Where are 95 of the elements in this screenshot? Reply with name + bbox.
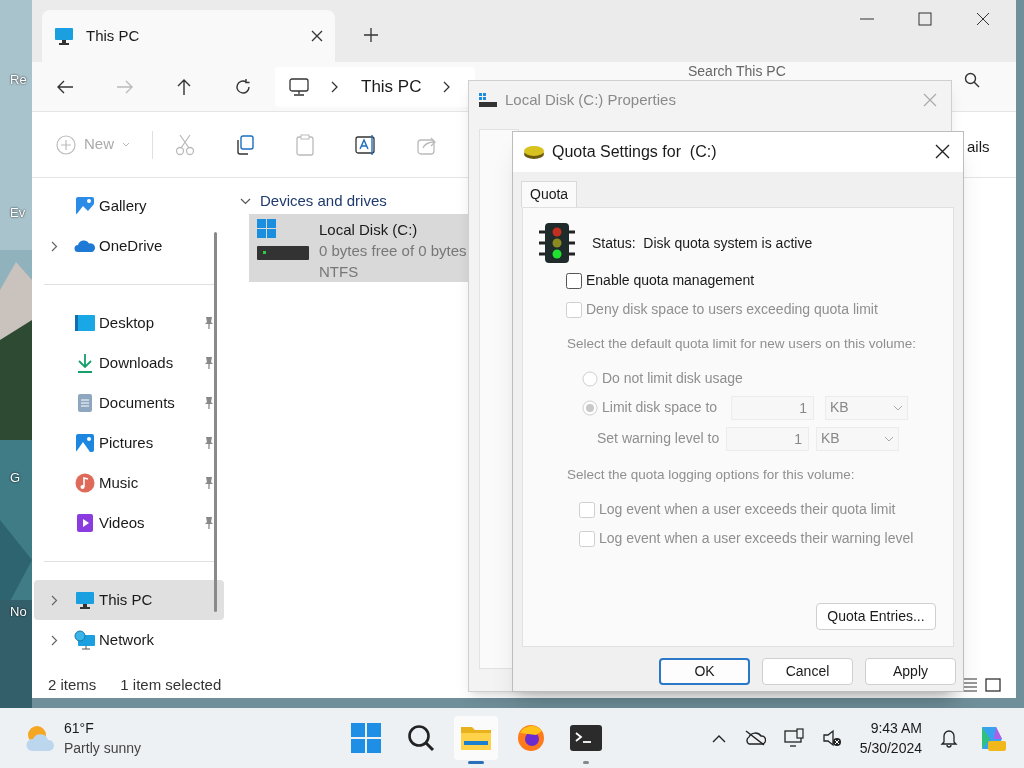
dropdown-value: KB: [821, 429, 840, 448]
tab-title: This PC: [86, 25, 141, 46]
sidebar-item[interactable]: Music: [34, 463, 224, 503]
document-icon: [77, 393, 93, 413]
list-view-icon[interactable]: [962, 678, 978, 692]
breadcrumb[interactable]: This PC: [361, 73, 422, 100]
sidebar-item[interactable]: Network: [34, 620, 224, 660]
selection-count: 1 item selected: [120, 674, 222, 695]
clock[interactable]: 9:43 AM 5/30/2024: [859, 718, 922, 758]
sidebar-item[interactable]: This PC: [34, 580, 224, 620]
checkbox-label: Log event when a user exceeds their warning level: [599, 529, 914, 548]
caret-icon: [884, 435, 894, 442]
rename-icon[interactable]: [355, 133, 377, 156]
sidebar-item[interactable]: Downloads: [34, 343, 224, 383]
sidebar-item[interactable]: Gallery: [34, 186, 224, 226]
sidebar-item[interactable]: OneDrive: [34, 226, 224, 266]
quota-entries-button[interactable]: Quota Entries...: [816, 603, 936, 630]
plus-icon: [56, 134, 76, 155]
globe-icon: [516, 723, 546, 753]
dropdown-value: KB: [830, 398, 849, 417]
drive-space: 0 bytes free of 0 bytes: [319, 241, 467, 261]
sidebar-item[interactable]: Videos: [34, 503, 224, 543]
desktop-icon-label[interactable]: G: [10, 468, 21, 488]
chevron-icon[interactable]: [240, 197, 251, 205]
speaker-icon[interactable]: [821, 729, 842, 747]
search-icon: [407, 724, 435, 752]
search-field[interactable]: Search This PC: [640, 64, 1000, 80]
disk-icon: [523, 144, 545, 160]
address-bar[interactable]: This PC: [275, 66, 475, 107]
dialog-button[interactable]: OK: [659, 658, 750, 685]
terminal-icon: [570, 725, 602, 751]
item-count: 2 items: [48, 674, 97, 695]
checkbox-label: Deny disk space to users exceeding quota limit: [586, 300, 878, 319]
refresh-icon[interactable]: [234, 77, 252, 96]
scrollbar[interactable]: [214, 232, 217, 612]
up-icon[interactable]: [176, 77, 192, 96]
picture-icon: [75, 433, 95, 453]
close-icon[interactable]: [311, 30, 323, 42]
drive-icon: [255, 219, 309, 263]
radio-label: Limit disk space to: [602, 398, 719, 417]
dialog-button[interactable]: Cancel: [762, 658, 853, 685]
sidebar-item[interactable]: Desktop: [34, 303, 224, 343]
desktop-icon: [75, 315, 95, 331]
temperature: 61°F: [64, 719, 95, 738]
traffic-light-icon: [539, 222, 575, 264]
dialog-button[interactable]: Apply: [865, 658, 956, 685]
maximize-icon[interactable]: [918, 12, 932, 26]
monitor-icon: [75, 591, 95, 609]
sidebar-item[interactable]: Documents: [34, 383, 224, 423]
section-label: Select the default quota limit for new users on this volume:: [567, 334, 916, 353]
close-icon[interactable]: [976, 12, 990, 26]
checkbox-label: Enable quota management: [586, 271, 755, 290]
back-icon[interactable]: [56, 78, 74, 95]
download-icon: [76, 353, 94, 373]
drive-name: Local Disk (C:): [319, 220, 419, 240]
bell-icon[interactable]: [940, 728, 958, 748]
search-placeholder: Search This PC: [688, 64, 786, 78]
start-icon: [351, 723, 381, 753]
close-icon[interactable]: [935, 144, 950, 159]
section-header[interactable]: Devices and drives: [260, 189, 387, 213]
cloud-icon: [74, 239, 96, 253]
folder-icon: [460, 724, 492, 752]
desktop-icon-label[interactable]: No: [10, 602, 27, 622]
drive-filesystem: NTFS: [319, 262, 360, 282]
dialog-title: Quota Settings for (C:): [552, 142, 717, 162]
checkbox[interactable]: [566, 272, 582, 289]
picture-icon: [75, 196, 95, 216]
video-icon: [76, 513, 94, 533]
tiles-view-icon[interactable]: [985, 678, 1001, 692]
chevron-icon[interactable]: [331, 80, 339, 93]
weather-condition: Partly sunny: [64, 739, 142, 758]
explorer-tab[interactable]: This PC: [42, 10, 335, 62]
monitor-icon: [289, 77, 309, 96]
music-icon: [75, 473, 95, 493]
search-icon[interactable]: [964, 72, 980, 88]
sidebar-item[interactable]: Pictures: [34, 423, 224, 463]
checkbox-label: Log event when a user exceeds their quota limit: [599, 500, 896, 519]
status-text: Status: Disk quota system is active: [592, 233, 813, 253]
chevron-icon[interactable]: [443, 80, 452, 93]
section-label: Select the quota logging options for this volume:: [567, 465, 855, 484]
caret-icon: [122, 141, 130, 148]
field-label: Set warning level to: [597, 429, 721, 448]
caret-icon: [893, 404, 903, 411]
network-icon: [74, 630, 96, 650]
network-icon[interactable]: [783, 728, 804, 748]
cloud-icon[interactable]: [743, 730, 766, 746]
quota-tab[interactable]: Quota: [521, 181, 578, 207]
copy-icon[interactable]: [235, 134, 255, 155]
details-button[interactable]: ails: [967, 136, 990, 159]
radio-label: Do not limit disk usage: [602, 369, 743, 388]
drive-icon: [479, 93, 497, 107]
chevron-icon[interactable]: [711, 733, 726, 743]
dialog-title: Local Disk (C:) Properties: [505, 89, 676, 110]
monitor-icon: [54, 27, 74, 45]
plus-icon[interactable]: [364, 28, 378, 42]
